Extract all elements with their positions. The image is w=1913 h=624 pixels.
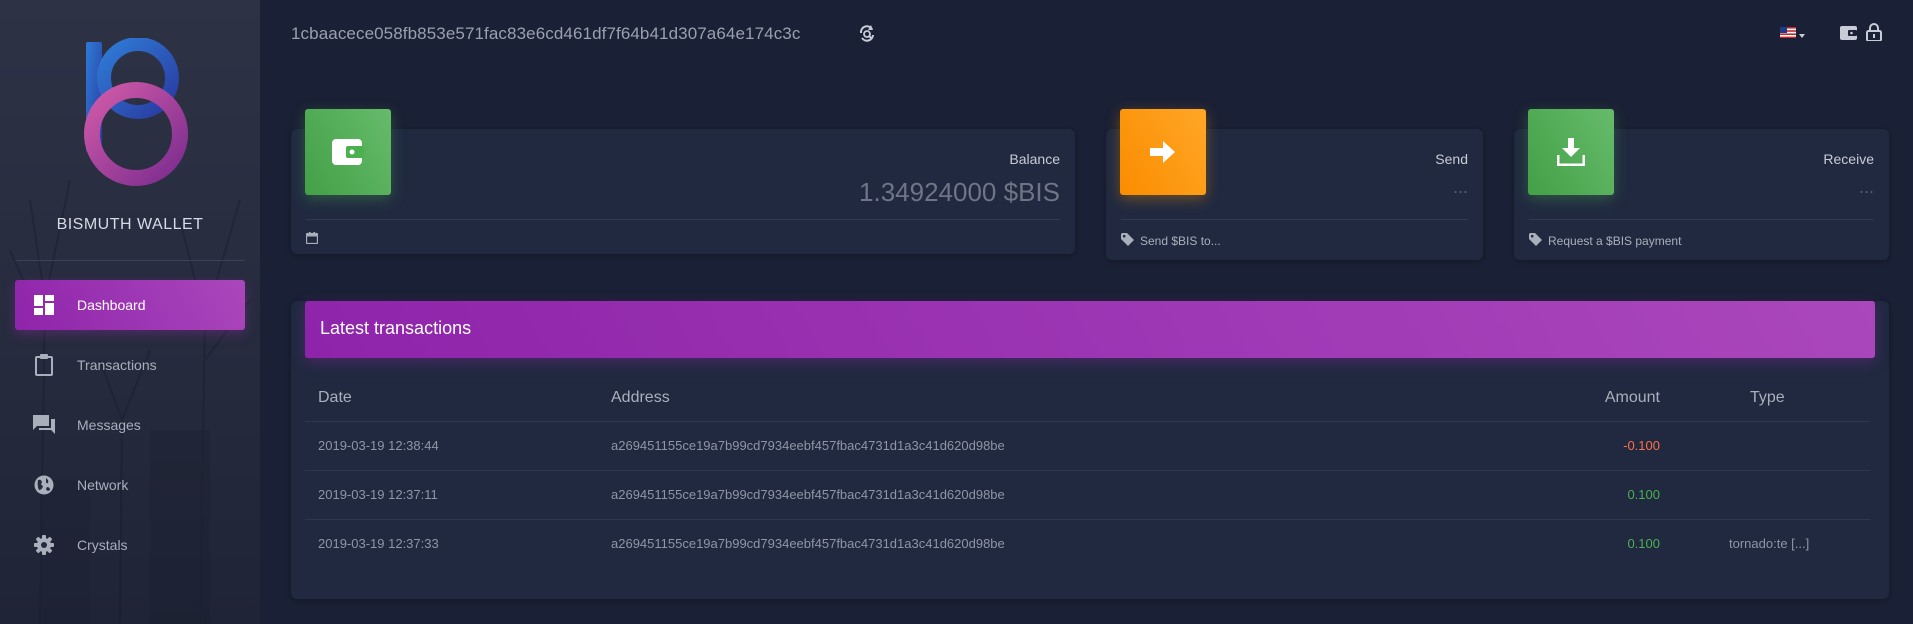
- sidebar-item-label: Crystals: [77, 537, 128, 553]
- send-arrow-icon[interactable]: [1120, 109, 1206, 195]
- wallet-address: 1cbaacece058fb853e571fac83e6cd461df7f64b…: [291, 24, 801, 43]
- sidebar-item-label: Network: [77, 477, 129, 493]
- sidebar-divider: [15, 260, 245, 261]
- receive-value: ...: [1858, 177, 1874, 197]
- dashboard-icon: [33, 294, 55, 316]
- sidebar-item-transactions[interactable]: Transactions: [15, 340, 245, 390]
- column-header-address: Address: [611, 389, 670, 406]
- tag-icon: [1121, 233, 1140, 249]
- tx-address: a269451155ce19a7b99cd7934eebf457fbac4731…: [611, 438, 1005, 453]
- chevron-down-icon: [1799, 25, 1805, 43]
- send-label: Send: [1435, 151, 1468, 167]
- sidebar-item-dashboard[interactable]: Dashboard: [15, 280, 245, 330]
- tx-type: tornado:te [...]: [1729, 536, 1810, 551]
- sidebar-item-messages[interactable]: Messages: [15, 400, 245, 450]
- table-divider: [305, 421, 1870, 422]
- send-footer[interactable]: Send $BIS to...: [1121, 233, 1221, 249]
- column-header-date: Date: [318, 389, 352, 406]
- column-header-amount: Amount: [1604, 389, 1660, 406]
- tx-amount: -0.100: [1623, 438, 1660, 453]
- wallet-icon[interactable]: [1840, 24, 1858, 42]
- globe-icon: [33, 474, 55, 496]
- card-divider: [306, 219, 1060, 220]
- column-header-type: Type: [1750, 389, 1785, 406]
- send-value: ...: [1452, 177, 1468, 197]
- card-divider: [1529, 219, 1874, 220]
- tag-icon: [1529, 233, 1548, 249]
- row-divider: [305, 519, 1870, 520]
- tx-date: 2019-03-19 12:37:11: [318, 487, 438, 502]
- balance-wallet-icon: [305, 109, 391, 195]
- card-divider: [1121, 219, 1468, 220]
- balance-label: Balance: [1009, 151, 1060, 167]
- sidebar: BISMUTH WALLET Dashboard Transactions Me…: [0, 0, 260, 624]
- chat-icon: [33, 414, 55, 436]
- calendar-icon: [305, 232, 324, 247]
- sidebar-item-label: Transactions: [77, 357, 157, 373]
- clipboard-icon: [33, 354, 55, 376]
- send-footer-text: Send $BIS to...: [1140, 234, 1221, 248]
- receive-label: Receive: [1823, 151, 1874, 167]
- transactions-title: Latest transactions: [320, 318, 472, 338]
- receive-download-icon[interactable]: [1528, 109, 1614, 195]
- receive-footer-text: Request a $BIS payment: [1548, 234, 1682, 248]
- app-title: BISMUTH WALLET: [56, 216, 204, 233]
- transactions-header: Latest transactions: [305, 301, 1875, 358]
- gear-icon: [33, 534, 55, 556]
- sidebar-item-label: Messages: [77, 417, 141, 433]
- balance-value: 1.34924000 $BIS: [859, 177, 1060, 207]
- tx-amount: 0.100: [1627, 536, 1660, 551]
- receive-footer[interactable]: Request a $BIS payment: [1529, 233, 1681, 249]
- refresh-search-icon[interactable]: [858, 24, 878, 44]
- sidebar-item-label: Dashboard: [77, 297, 146, 313]
- row-divider: [305, 470, 1870, 471]
- language-selector[interactable]: [1780, 27, 1806, 41]
- tx-amount: 0.100: [1627, 487, 1660, 502]
- tx-address: a269451155ce19a7b99cd7934eebf457fbac4731…: [611, 536, 1005, 551]
- us-flag-icon: [1780, 25, 1796, 43]
- balance-card: Balance 1.34924000 $BIS: [291, 129, 1075, 254]
- sidebar-item-crystals[interactable]: Crystals: [15, 520, 245, 570]
- balance-footer: [305, 232, 324, 247]
- bismuth-logo: [0, 37, 260, 198]
- tx-date: 2019-03-19 12:38:44: [318, 438, 439, 453]
- tx-date: 2019-03-19 12:37:33: [318, 536, 439, 551]
- tx-address: a269451155ce19a7b99cd7934eebf457fbac4731…: [611, 487, 1005, 502]
- lock-icon[interactable]: [1866, 23, 1882, 42]
- sidebar-item-network[interactable]: Network: [15, 460, 245, 510]
